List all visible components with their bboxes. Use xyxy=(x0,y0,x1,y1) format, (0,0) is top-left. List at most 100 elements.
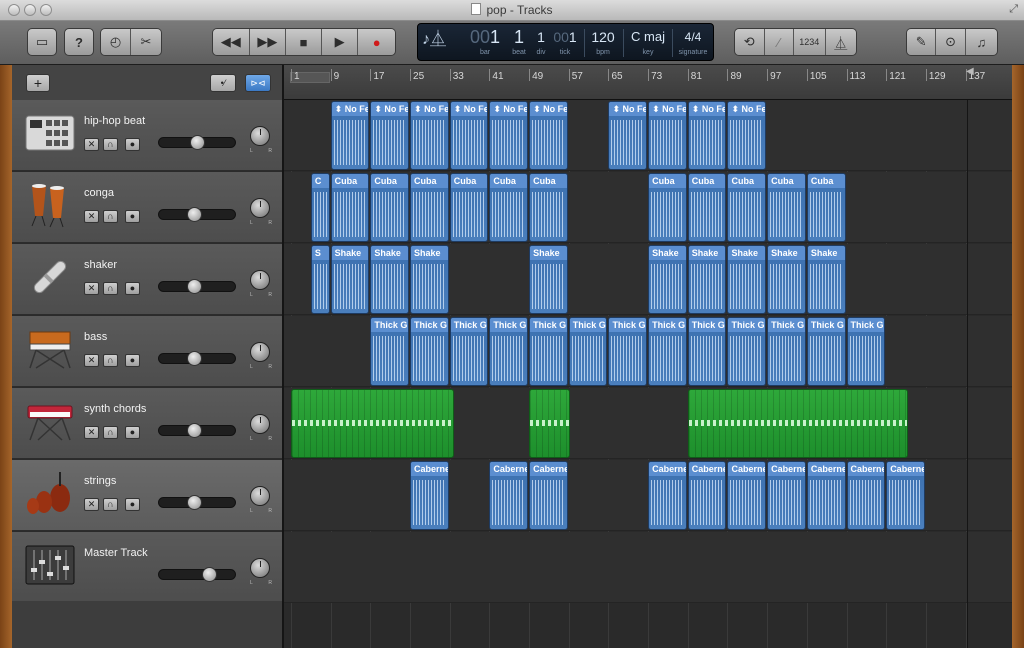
audio-region[interactable]: Shake xyxy=(806,245,846,314)
solo-button[interactable]: ∩ xyxy=(103,498,118,511)
automation-button[interactable]: •⁄ xyxy=(210,74,236,92)
audio-region[interactable]: Cuba xyxy=(370,173,410,242)
audio-region[interactable]: Cuba xyxy=(767,173,806,242)
audio-region[interactable]: Thick G xyxy=(410,317,449,386)
pan-knob[interactable] xyxy=(250,486,270,506)
audio-region[interactable]: Thick G xyxy=(608,317,648,386)
lcd-key[interactable]: C maj key xyxy=(625,26,671,58)
audio-region[interactable]: Cuba xyxy=(648,173,687,242)
lcd-mode-icon[interactable]: ♪⏅ xyxy=(422,26,446,58)
midi-region[interactable] xyxy=(687,389,908,458)
audio-region[interactable]: Caberne xyxy=(846,461,886,530)
audio-region[interactable]: Thick G xyxy=(489,317,529,386)
record-enable-button[interactable]: ● xyxy=(125,210,140,223)
audio-region[interactable]: Thick G xyxy=(767,317,806,386)
audio-region[interactable]: Thick G xyxy=(648,317,687,386)
audio-region[interactable]: Caberne xyxy=(806,461,846,530)
media-browser-button[interactable]: ♫ xyxy=(965,29,997,55)
audio-region[interactable]: Caberne xyxy=(489,461,529,530)
smart-controls-button[interactable]: ◴ xyxy=(101,29,132,55)
loop-browser-button[interactable]: ⊙ xyxy=(936,29,966,55)
tracks-area[interactable]: ⬍ No Fe ⬍ No Fe ⬍ No Fe ⬍ No Fe ⬍ No Fe ⬍ No … xyxy=(284,100,1012,648)
audio-region[interactable]: Shake xyxy=(410,245,449,314)
volume-slider[interactable] xyxy=(158,423,236,438)
record-enable-button[interactable]: ● xyxy=(125,426,140,439)
track-header[interactable]: hip-hop beat ✕ ∩ ● LR xyxy=(12,100,282,171)
audio-region[interactable]: Shake xyxy=(370,245,410,314)
metronome-button[interactable]: ⏅ xyxy=(825,29,856,55)
audio-region[interactable]: ⬍ No Fe xyxy=(727,101,767,170)
audio-region[interactable]: Thick G xyxy=(727,317,767,386)
track-name[interactable]: Master Track xyxy=(84,547,148,559)
track-header[interactable]: bass ✕ ∩ ● LR xyxy=(12,316,282,387)
end-marker-icon[interactable]: ◀ xyxy=(966,66,974,77)
volume-slider-handle[interactable] xyxy=(186,207,202,222)
track-name[interactable]: bass xyxy=(84,331,107,343)
volume-slider-handle[interactable] xyxy=(186,495,202,510)
audio-region[interactable]: Shake xyxy=(330,245,370,314)
record-enable-button[interactable]: ● xyxy=(125,282,140,295)
pan-knob[interactable] xyxy=(250,198,270,218)
audio-region[interactable]: Cuba xyxy=(330,173,370,242)
audio-region[interactable]: Cuba xyxy=(449,173,489,242)
play-button[interactable]: ▶ xyxy=(321,29,359,55)
mute-button[interactable]: ✕ xyxy=(84,138,99,151)
volume-slider-handle[interactable] xyxy=(186,351,202,366)
audio-region[interactable]: ⬍ No Fe xyxy=(489,101,529,170)
volume-slider[interactable] xyxy=(158,567,236,582)
record-button[interactable]: ● xyxy=(358,29,395,55)
notepad-button[interactable]: ✎ xyxy=(907,29,937,55)
audio-region[interactable]: ⬍ No Fe xyxy=(648,101,687,170)
volume-slider[interactable] xyxy=(158,495,236,510)
audio-region[interactable]: Thick G xyxy=(529,317,568,386)
record-enable-button[interactable]: ● xyxy=(125,354,140,367)
mute-button[interactable]: ✕ xyxy=(84,498,99,511)
fullscreen-icon[interactable]: ⤢ xyxy=(1009,3,1018,16)
track-list-empty-area[interactable] xyxy=(12,601,282,648)
volume-slider[interactable] xyxy=(158,207,236,222)
volume-slider-handle[interactable] xyxy=(190,135,205,150)
rewind-button[interactable]: ◀◀ xyxy=(213,29,250,55)
solo-button[interactable]: ∩ xyxy=(103,210,118,223)
volume-slider-handle[interactable] xyxy=(202,567,218,582)
pan-knob[interactable] xyxy=(250,558,270,578)
audio-region[interactable]: Caberne xyxy=(886,461,925,530)
fast-forward-button[interactable]: ▶▶ xyxy=(249,29,287,55)
track-name[interactable]: strings xyxy=(84,475,116,487)
audio-region[interactable]: Shake xyxy=(648,245,687,314)
track-header[interactable]: strings ✕ ∩ ● LR xyxy=(12,460,282,531)
audio-region[interactable]: ⬍ No Fe xyxy=(687,101,727,170)
audio-region[interactable]: Caberne xyxy=(727,461,767,530)
audio-region[interactable]: Caberne xyxy=(529,461,568,530)
flex-button[interactable]: ⊳⊲ xyxy=(245,74,271,92)
solo-button[interactable]: ∩ xyxy=(103,354,118,367)
editors-button[interactable]: ✂ xyxy=(131,29,161,55)
pan-knob[interactable] xyxy=(250,126,270,146)
audio-region[interactable]: Caberne xyxy=(767,461,806,530)
solo-button[interactable]: ∩ xyxy=(103,426,118,439)
track-header[interactable]: synth chords ✕ ∩ ● LR xyxy=(12,388,282,459)
mute-button[interactable]: ✕ xyxy=(84,426,99,439)
solo-button[interactable]: ∩ xyxy=(103,138,118,151)
cycle-button[interactable]: ⟲ xyxy=(735,29,765,55)
volume-slider-handle[interactable] xyxy=(186,279,202,294)
lcd-display[interactable]: ♪⏅ 001 bar 1 beat 1 div 001 tick 120 bpm… xyxy=(417,23,714,61)
track-header[interactable]: conga ✕ ∩ ● LR xyxy=(12,172,282,243)
audio-region[interactable]: ⬍ No Fe xyxy=(370,101,410,170)
volume-slider[interactable] xyxy=(158,135,236,150)
track-name[interactable]: conga xyxy=(84,187,114,199)
audio-region[interactable]: ⬍ No Fe xyxy=(529,101,568,170)
stop-button[interactable]: ■ xyxy=(286,29,322,55)
track-header[interactable]: shaker ✕ ∩ ● LR xyxy=(12,244,282,315)
audio-region[interactable]: C xyxy=(310,173,330,242)
pan-knob[interactable] xyxy=(250,342,270,362)
audio-region[interactable]: ⬍ No Fe xyxy=(608,101,648,170)
lcd-signature[interactable]: 4/4 signature xyxy=(674,26,712,58)
audio-region[interactable]: Shake xyxy=(529,245,568,314)
midi-region[interactable] xyxy=(291,389,454,458)
audio-region[interactable]: Shake xyxy=(767,245,806,314)
audio-region[interactable]: Cuba xyxy=(410,173,449,242)
audio-region[interactable]: Thick G xyxy=(370,317,410,386)
audio-region[interactable]: Cuba xyxy=(529,173,568,242)
record-enable-button[interactable]: ● xyxy=(125,498,140,511)
